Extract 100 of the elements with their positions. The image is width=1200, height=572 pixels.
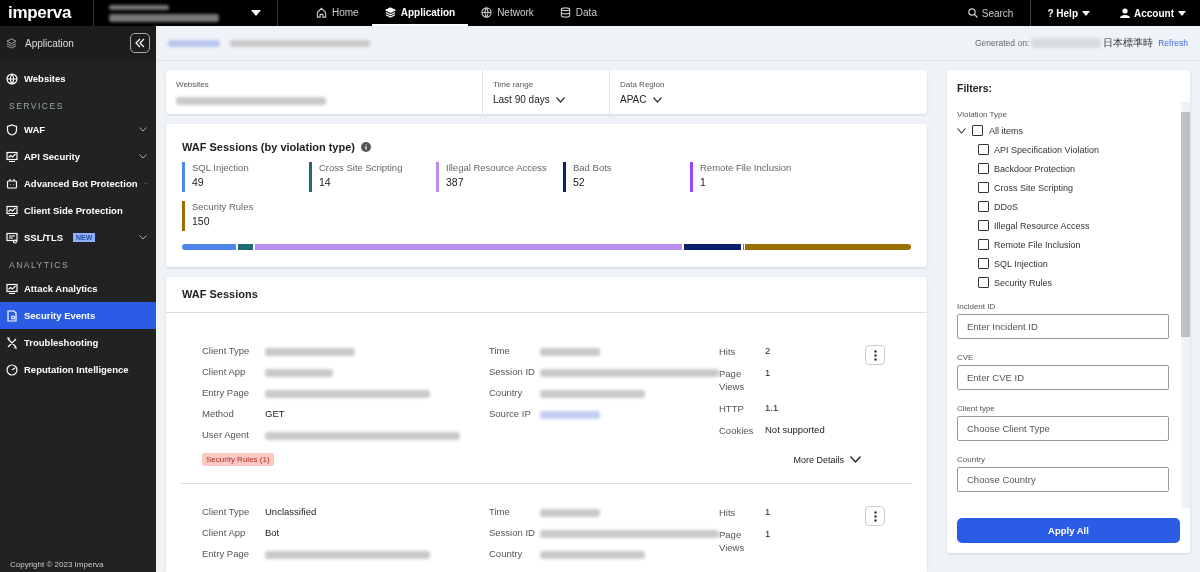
help-menu[interactable]: ? Help (1031, 0, 1106, 26)
nav-tab[interactable]: Network (468, 0, 547, 26)
checkbox[interactable] (978, 201, 989, 212)
chevron-icon[interactable] (957, 127, 966, 134)
globe-icon[interactable] (481, 6, 493, 18)
sidebar-item[interactable]: Websites (0, 65, 156, 92)
layers-icon (6, 37, 17, 49)
field-label: Country (489, 387, 524, 399)
dropdown[interactable]: Last 90 days (493, 94, 599, 105)
sidebar-item[interactable]: Client Side Protection (0, 197, 156, 224)
field-value: Not supported (765, 424, 825, 437)
checkbox[interactable] (978, 239, 989, 250)
layers-icon[interactable] (384, 6, 396, 18)
sidebar-item[interactable]: Advanced Bot Protection (0, 170, 156, 197)
filter-label: Violation Type (957, 110, 1008, 119)
chart-monitor-icon (6, 204, 18, 217)
violation-name: Security Rules (192, 201, 254, 212)
chevron-icon[interactable] (652, 96, 662, 103)
sidebar-item[interactable]: API Security (0, 143, 156, 170)
robot-icon (6, 177, 18, 190)
account-selector[interactable] (93, 0, 278, 26)
document-icon (6, 309, 18, 322)
nav-tab[interactable]: Application (371, 0, 469, 26)
violation-count: 49 (192, 176, 205, 188)
caret-icon[interactable] (1082, 10, 1090, 16)
double-chevron-icon[interactable] (135, 38, 145, 48)
sidebar-item[interactable]: Attack Analytics (0, 275, 156, 302)
rule-tag: Security Rules (1) (202, 453, 274, 466)
user-icon[interactable] (1120, 8, 1130, 18)
dropdown[interactable]: APAC (620, 94, 665, 105)
field-value: 2 (765, 345, 771, 358)
scrollbar[interactable] (1181, 102, 1190, 508)
chevron-icon[interactable] (555, 96, 565, 103)
checkbox-label: DDoS (994, 201, 1018, 212)
info-icon[interactable] (361, 142, 371, 152)
kebab-icon[interactable] (873, 510, 877, 522)
more-options-button[interactable] (865, 506, 885, 526)
checkbox[interactable] (978, 220, 989, 231)
apply-button[interactable]: Apply All (957, 518, 1180, 543)
sidebar-item[interactable]: Reputation Intelligence (0, 356, 156, 383)
card-title: WAF Sessions (166, 277, 927, 313)
field-label: Entry Page (202, 548, 250, 560)
refresh-link[interactable]: Refresh (1158, 38, 1188, 48)
checkbox[interactable] (972, 125, 983, 136)
field-label: Session ID (489, 527, 536, 539)
sidebar-item[interactable]: Security Events (0, 302, 156, 329)
sidebar-item[interactable]: Troubleshooting (0, 329, 156, 356)
field-label: Session ID (489, 366, 536, 378)
checkbox[interactable] (978, 182, 989, 193)
chart-monitor-icon (6, 282, 18, 295)
account-menu[interactable]: Account (1106, 0, 1200, 26)
selector-label: Time range (493, 80, 535, 89)
checkbox[interactable] (978, 163, 989, 174)
field-label: Client App (202, 527, 247, 539)
logo[interactable]: imperva (0, 3, 93, 23)
violation-name: Remote File Inclusion (700, 162, 792, 173)
checkbox[interactable] (978, 258, 989, 269)
search-icon[interactable] (967, 8, 978, 18)
more-options-button[interactable] (865, 345, 885, 365)
filter-label: CVE (957, 353, 975, 362)
field-label: Client Type (202, 506, 251, 518)
field-label: Method (202, 408, 235, 420)
field-label: Client Type (202, 345, 251, 357)
checkbox[interactable] (978, 277, 989, 288)
input-field[interactable]: Choose Country (957, 467, 1169, 492)
kebab-icon[interactable] (873, 349, 877, 361)
database-icon[interactable] (559, 6, 571, 18)
collapse-button[interactable] (130, 33, 150, 53)
violation-count: 1 (700, 176, 707, 188)
field-label: Page Views (719, 367, 746, 393)
copyright-text: Copyright © 2023 Imperva (9, 560, 105, 571)
selector-label: Websites (176, 80, 210, 89)
more-details-link[interactable]: More Details (793, 454, 861, 465)
violation-count: 14 (319, 176, 332, 188)
section-heading: SERVICES (8, 100, 65, 113)
caret-icon[interactable] (251, 10, 261, 16)
nav-tab[interactable]: Data (546, 0, 610, 26)
input-field[interactable]: Enter CVE ID (957, 365, 1169, 390)
filter-label: Client type (957, 404, 996, 413)
checkbox-label: API Specification Violation (994, 144, 1099, 155)
house-icon[interactable] (316, 6, 327, 18)
input-field[interactable]: Choose Client Type (957, 416, 1169, 441)
input-field[interactable]: Enter Incident ID (957, 314, 1169, 339)
field-value: Bot (265, 527, 280, 539)
nav-tab[interactable]: Home (303, 0, 372, 26)
search-button[interactable]: Search (953, 0, 1032, 26)
field-value: Unclassified (265, 506, 317, 518)
certificate-icon (6, 231, 18, 244)
chart-monitor-icon (6, 150, 18, 163)
field-value: 1 (765, 528, 771, 541)
sidebar-item[interactable]: WAF (0, 116, 156, 143)
field-label: Time (489, 345, 511, 357)
checkbox[interactable] (978, 144, 989, 155)
gauge-icon (6, 363, 18, 376)
violation-count: 150 (192, 215, 211, 227)
card-title: WAF Sessions (by violation type) (182, 141, 355, 153)
filters-title: Filters: (956, 81, 993, 96)
shield-icon (6, 123, 18, 136)
chevron-icon[interactable] (850, 456, 861, 463)
caret-icon[interactable] (1178, 10, 1186, 16)
